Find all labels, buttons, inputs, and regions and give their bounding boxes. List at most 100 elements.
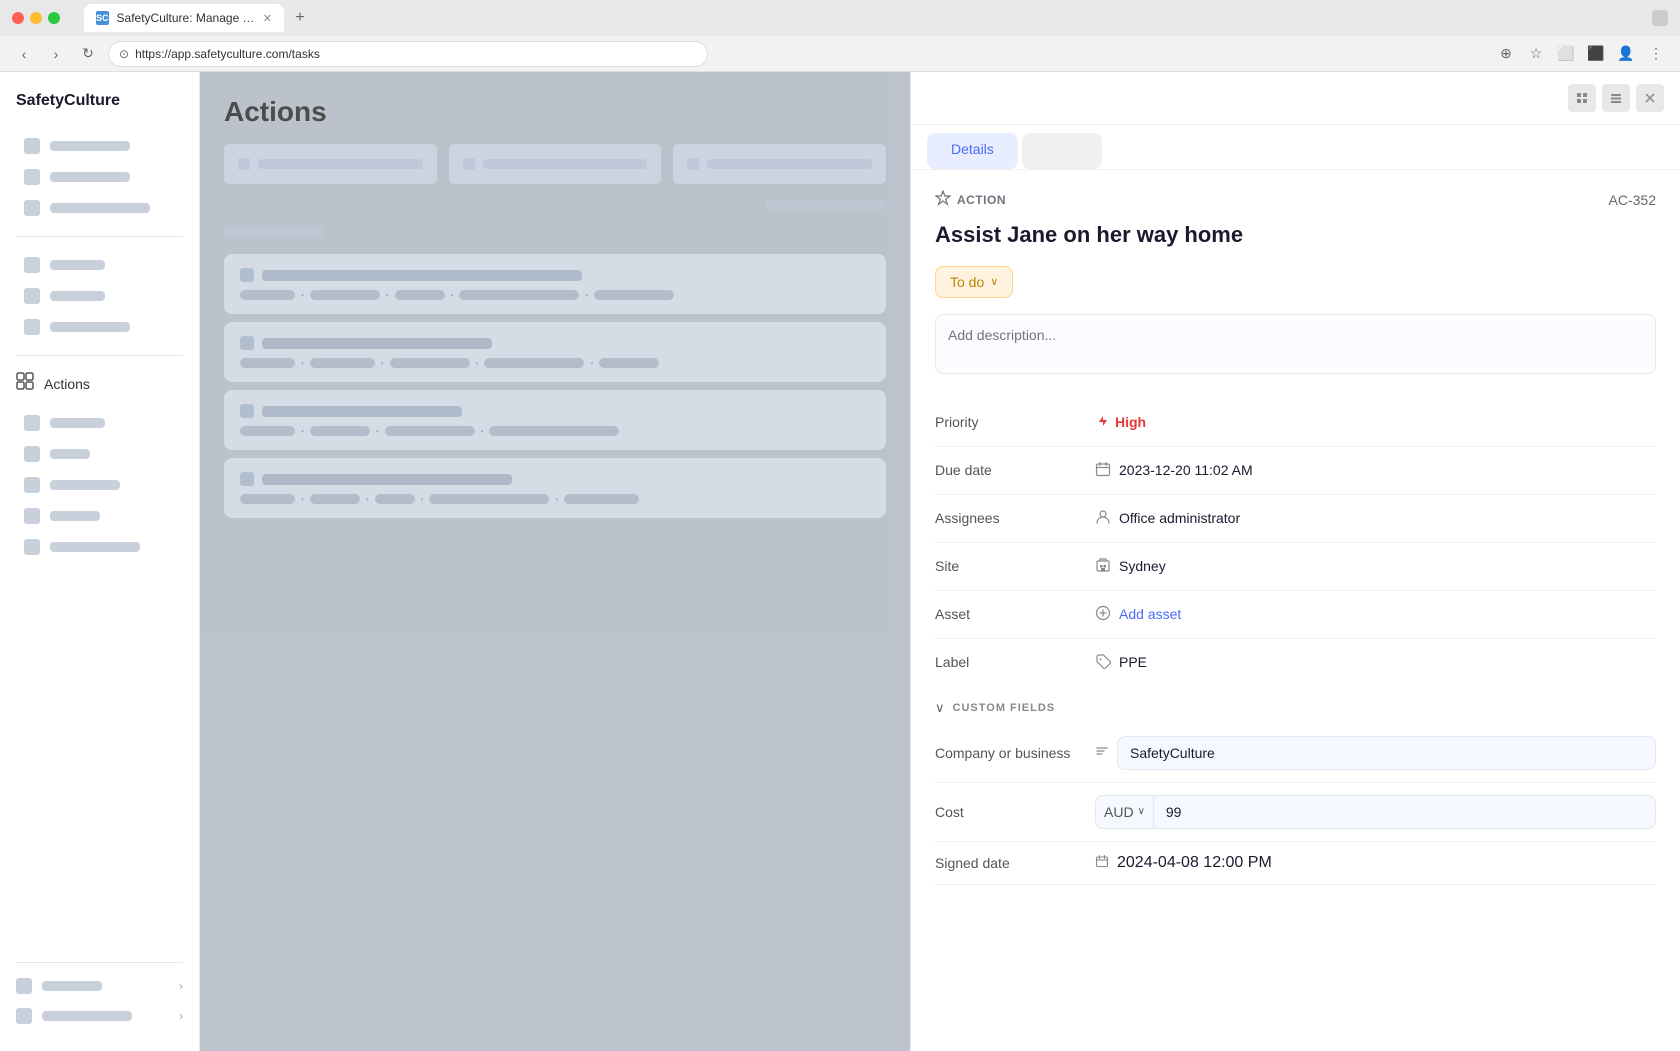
sidebar-footer-content-1 bbox=[16, 978, 102, 994]
minimize-button[interactable] bbox=[30, 12, 42, 24]
sidebar-footer-icon-1 bbox=[16, 978, 32, 994]
currency-chevron-icon: ∨ bbox=[1138, 806, 1145, 817]
back-button[interactable]: ‹ bbox=[12, 42, 36, 66]
detail-content: ACTION AC-352 Assist Jane on her way hom… bbox=[911, 170, 1680, 1051]
new-tab-button[interactable]: + bbox=[288, 6, 312, 30]
sidebar-item-4[interactable] bbox=[8, 250, 191, 280]
profile-icon[interactable]: 👤 bbox=[1614, 42, 1638, 66]
sidebar-section-secondary bbox=[0, 245, 199, 347]
tab-other[interactable] bbox=[1022, 133, 1102, 169]
sidebar-footer-item-1[interactable]: › bbox=[0, 971, 199, 1001]
sidebar-item-1[interactable] bbox=[8, 131, 191, 161]
sidebar-item-3[interactable] bbox=[8, 193, 191, 223]
currency-select[interactable]: AUD ∨ bbox=[1095, 795, 1154, 829]
action-card-2[interactable]: • • • • bbox=[224, 322, 886, 382]
card-icon-4 bbox=[240, 472, 254, 486]
sidebar-item-2[interactable] bbox=[8, 162, 191, 192]
detail-toolbar-btn-1[interactable] bbox=[1568, 84, 1596, 112]
cost-input[interactable] bbox=[1154, 795, 1656, 829]
sidebar-sub-item-5[interactable] bbox=[8, 532, 191, 562]
signed-date-label: Signed date bbox=[935, 855, 1095, 871]
sidebar-sub-item-1[interactable] bbox=[8, 408, 191, 438]
detail-tabs: Details bbox=[911, 125, 1680, 170]
zoom-icon[interactable]: ⊕ bbox=[1494, 42, 1518, 66]
sidebar-footer-label-2 bbox=[42, 1011, 132, 1021]
sidebar-chevron-1: › bbox=[179, 979, 183, 993]
asset-value[interactable]: Add asset bbox=[1095, 605, 1656, 624]
description-input[interactable] bbox=[935, 314, 1656, 374]
filter-btn-3[interactable] bbox=[673, 144, 886, 184]
asset-icon bbox=[1095, 605, 1111, 624]
company-input[interactable] bbox=[1117, 736, 1656, 770]
card-meta-2d bbox=[484, 358, 584, 368]
signed-date-text: 2024-04-08 12:00 PM bbox=[1117, 854, 1272, 872]
card-title-4 bbox=[262, 474, 512, 485]
address-bar[interactable]: ⊙ https://app.safetyculture.com/tasks bbox=[108, 41, 708, 67]
card-icon-2 bbox=[240, 336, 254, 350]
asset-label: Asset bbox=[935, 606, 1095, 622]
section-label bbox=[224, 226, 324, 238]
active-tab[interactable]: SC SafetyCulture: Manage Teams and... ✕ bbox=[84, 4, 284, 32]
status-button[interactable]: To do ∨ bbox=[935, 266, 1013, 298]
card-meta-2e bbox=[599, 358, 659, 368]
close-button[interactable] bbox=[12, 12, 24, 24]
cost-label: Cost bbox=[935, 804, 1095, 820]
cost-value-container: AUD ∨ bbox=[1095, 795, 1656, 829]
filter-btn-1[interactable] bbox=[224, 144, 437, 184]
person-icon bbox=[1095, 509, 1111, 528]
sidebar-sub-icon-5 bbox=[24, 539, 40, 555]
reload-button[interactable]: ↻ bbox=[76, 42, 100, 66]
sidebar-item-5[interactable] bbox=[8, 281, 191, 311]
split-view-icon[interactable]: ⬛ bbox=[1584, 42, 1608, 66]
sidebar-sub-item-3[interactable] bbox=[8, 470, 191, 500]
custom-fields-chevron-icon: ∨ bbox=[935, 700, 945, 716]
building-icon bbox=[1095, 557, 1111, 576]
card-meta-3b bbox=[310, 426, 370, 436]
detail-toolbar-btn-2[interactable] bbox=[1602, 84, 1630, 112]
browser-chrome: SC SafetyCulture: Manage Teams and... ✕ … bbox=[0, 0, 1680, 72]
tab-details[interactable]: Details bbox=[927, 133, 1018, 169]
company-value-container bbox=[1095, 736, 1656, 770]
card-meta-1a bbox=[240, 290, 295, 300]
tab-close-button[interactable]: ✕ bbox=[263, 12, 272, 25]
sidebar-footer-icon-2 bbox=[16, 1008, 32, 1024]
action-section-header bbox=[200, 218, 910, 246]
card-meta-2c bbox=[390, 358, 470, 368]
sidebar: SafetyCulture bbox=[0, 72, 200, 1051]
card-meta-2a bbox=[240, 358, 295, 368]
bookmark-icon[interactable]: ☆ bbox=[1524, 42, 1548, 66]
due-date-label: Due date bbox=[935, 462, 1095, 478]
label-value: PPE bbox=[1095, 653, 1656, 672]
action-card-3[interactable]: • • • bbox=[224, 390, 886, 450]
detail-toolbar-btn-3[interactable] bbox=[1636, 84, 1664, 112]
sort-label bbox=[766, 200, 886, 210]
filter-btn-2[interactable] bbox=[449, 144, 662, 184]
forward-button[interactable]: › bbox=[44, 42, 68, 66]
page-title: Actions bbox=[224, 96, 886, 128]
assignees-value: Office administrator bbox=[1095, 509, 1656, 528]
sidebar-sub-item-4[interactable] bbox=[8, 501, 191, 531]
filter-bar bbox=[200, 144, 910, 200]
maximize-button[interactable] bbox=[48, 12, 60, 24]
custom-fields-header[interactable]: ∨ CUSTOM FIELDS bbox=[935, 686, 1656, 724]
sidebar-sub-label-4 bbox=[50, 511, 100, 521]
extensions-icon[interactable]: ⬜ bbox=[1554, 42, 1578, 66]
custom-field-company: Company or business bbox=[935, 724, 1656, 783]
sidebar-sub-label-1 bbox=[50, 418, 105, 428]
sidebar-sub-label-3 bbox=[50, 480, 120, 490]
action-card-1[interactable]: • • • • bbox=[224, 254, 886, 314]
action-id: AC-352 bbox=[1609, 192, 1656, 208]
action-card-4[interactable]: • • • • bbox=[224, 458, 886, 518]
asset-text[interactable]: Add asset bbox=[1119, 606, 1181, 622]
browser-tabs: SC SafetyCulture: Manage Teams and... ✕ … bbox=[84, 4, 1644, 32]
sidebar-footer-item-2[interactable]: › bbox=[0, 1001, 199, 1031]
fields-grid: Priority High Due date bbox=[935, 399, 1656, 686]
browser-control[interactable] bbox=[1652, 10, 1668, 26]
sidebar-footer-label-1 bbox=[42, 981, 102, 991]
sidebar-sub-item-2[interactable] bbox=[8, 439, 191, 469]
sidebar-item-6[interactable] bbox=[8, 312, 191, 342]
toolbar-icons: ⊕ ☆ ⬜ ⬛ 👤 ⋮ bbox=[1494, 42, 1668, 66]
menu-icon[interactable]: ⋮ bbox=[1644, 42, 1668, 66]
site-value: Sydney bbox=[1095, 557, 1656, 576]
sidebar-item-actions[interactable]: Actions bbox=[0, 364, 199, 403]
